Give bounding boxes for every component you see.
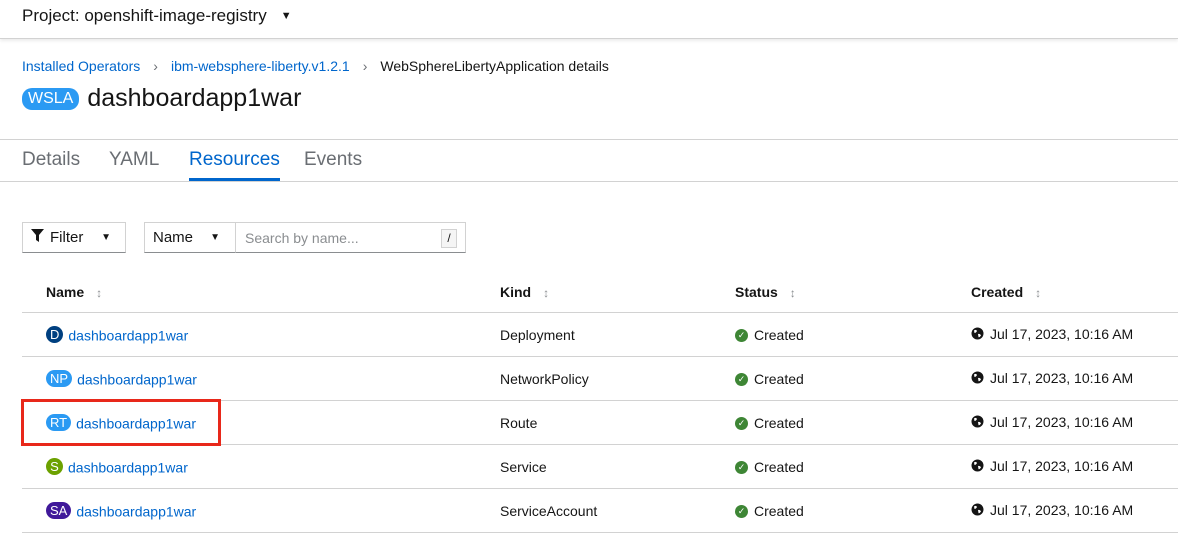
column-header-status[interactable]: Status ↕ xyxy=(735,272,971,313)
globe-icon xyxy=(971,371,984,387)
page-header: WSLA dashboardapp1war xyxy=(22,84,301,113)
created-timestamp: Jul 17, 2023, 10:16 AM xyxy=(990,457,1134,474)
breadcrumb-installed-operators[interactable]: Installed Operators xyxy=(22,58,140,74)
table-row: Ddashboardapp1war Deployment ✓ Created Ju… xyxy=(22,312,1178,357)
search-box: / xyxy=(235,222,466,253)
resource-link[interactable]: dashboardapp1war xyxy=(76,503,196,519)
check-circle-icon: ✓ xyxy=(735,505,748,519)
created-timestamp: Jul 17, 2023, 10:16 AM xyxy=(990,369,1134,386)
cell-created: Jul 17, 2023, 10:16 AM xyxy=(971,400,1178,445)
sort-icon: ↕ xyxy=(543,286,550,300)
caret-down-icon: ▼ xyxy=(101,232,111,243)
globe-icon xyxy=(971,415,984,431)
cell-status: ✓ Created xyxy=(735,488,971,533)
column-header-kind[interactable]: Kind ↕ xyxy=(500,272,735,313)
check-circle-icon: ✓ xyxy=(735,417,748,431)
cell-status: ✓ Created xyxy=(735,400,971,445)
table-header-row: Name ↕ Kind ↕ Status ↕ Created ↕ xyxy=(22,272,1178,313)
filter-label: Filter xyxy=(50,229,84,246)
project-label: Project: openshift-image-registry xyxy=(22,6,267,25)
filter-icon xyxy=(31,229,44,246)
cell-created: Jul 17, 2023, 10:16 AM xyxy=(971,312,1178,357)
cell-kind: Deployment xyxy=(500,312,735,357)
cell-kind: Service xyxy=(500,444,735,489)
breadcrumb: Installed Operators › ibm-websphere-libe… xyxy=(22,58,609,74)
kind-badge: WSLA xyxy=(22,87,80,110)
cell-status: ✓ Created xyxy=(735,356,971,401)
keyboard-shortcut-hint: / xyxy=(441,229,457,248)
cell-kind: NetworkPolicy xyxy=(500,356,735,401)
cell-status: ✓ Created xyxy=(735,312,971,357)
cell-created: Jul 17, 2023, 10:16 AM xyxy=(971,356,1178,401)
highlight-box xyxy=(21,399,221,446)
cell-name: Sdashboardapp1war xyxy=(22,444,500,489)
tab-resources[interactable]: Resources xyxy=(189,149,280,181)
globe-icon xyxy=(971,459,984,475)
column-header-name[interactable]: Name ↕ xyxy=(22,272,500,313)
column-header-created[interactable]: Created ↕ xyxy=(971,272,1178,313)
created-timestamp: Jul 17, 2023, 10:16 AM xyxy=(990,325,1134,342)
tab-bar: Details YAML Resources Events xyxy=(0,140,1178,182)
check-circle-icon: ✓ xyxy=(735,461,748,475)
filter-type-select[interactable]: Name ▼ xyxy=(144,222,236,253)
page-title: dashboardapp1war xyxy=(87,84,302,112)
breadcrumb-operator-version[interactable]: ibm-websphere-liberty.v1.2.1 xyxy=(171,58,350,74)
status-text: Created xyxy=(754,414,804,431)
sort-icon: ↕ xyxy=(789,286,796,300)
project-selector[interactable]: Project: openshift-image-registry ▼ xyxy=(22,6,292,26)
filter-dropdown[interactable]: Filter ▼ xyxy=(22,222,126,253)
tab-yaml[interactable]: YAML xyxy=(109,149,159,180)
resource-kind-badge: D xyxy=(46,326,64,344)
globe-icon xyxy=(971,327,984,343)
resource-kind-badge: SA xyxy=(46,502,72,520)
resource-link[interactable]: dashboardapp1war xyxy=(68,327,188,343)
tab-events[interactable]: Events xyxy=(304,149,362,180)
globe-icon xyxy=(971,503,984,519)
table-row: NP dashboardapp1war NetworkPolicy ✓ Create… xyxy=(22,356,1178,401)
cell-kind: ServiceAccount xyxy=(500,488,735,533)
resource-kind-badge: S xyxy=(46,458,63,476)
status-text: Created xyxy=(754,326,804,343)
cell-name: NP dashboardapp1war xyxy=(22,356,500,401)
check-circle-icon: ✓ xyxy=(735,373,748,387)
cell-status: ✓ Created xyxy=(735,444,971,489)
cell-kind: Route xyxy=(500,400,735,445)
tab-details[interactable]: Details xyxy=(22,149,80,180)
cell-created: Jul 17, 2023, 10:16 AM xyxy=(971,444,1178,489)
status-text: Created xyxy=(754,502,804,519)
status-text: Created xyxy=(754,370,804,387)
chevron-right-icon: › xyxy=(362,58,368,74)
resource-link[interactable]: dashboardapp1war xyxy=(68,459,188,475)
check-circle-icon: ✓ xyxy=(735,329,748,343)
cell-created: Jul 17, 2023, 10:16 AM xyxy=(971,488,1178,533)
table-row: Sdashboardapp1war Service ✓ Created Jul 1… xyxy=(22,444,1178,489)
caret-down-icon: ▼ xyxy=(280,10,292,22)
filter-type-label: Name xyxy=(153,229,194,246)
created-timestamp: Jul 17, 2023, 10:16 AM xyxy=(990,501,1134,518)
chevron-right-icon: › xyxy=(153,58,158,74)
sort-icon: ↕ xyxy=(1035,286,1042,300)
cell-name: SA dashboardapp1war xyxy=(22,488,500,533)
table-row: SA dashboardapp1war ServiceAccount ✓ Creat… xyxy=(22,488,1178,533)
status-text: Created xyxy=(754,458,804,475)
cell-name: Ddashboardapp1war xyxy=(22,312,500,357)
sort-icon: ↕ xyxy=(96,286,103,300)
resource-link[interactable]: dashboardapp1war xyxy=(77,371,197,387)
search-input[interactable] xyxy=(243,229,437,247)
resource-kind-badge: NP xyxy=(46,370,73,388)
created-timestamp: Jul 17, 2023, 10:16 AM xyxy=(990,413,1134,430)
breadcrumb-current: WebSphereLibertyApplication details xyxy=(380,58,609,74)
project-bar: Project: openshift-image-registry ▼ xyxy=(0,0,1178,39)
caret-down-icon: ▼ xyxy=(210,232,220,243)
